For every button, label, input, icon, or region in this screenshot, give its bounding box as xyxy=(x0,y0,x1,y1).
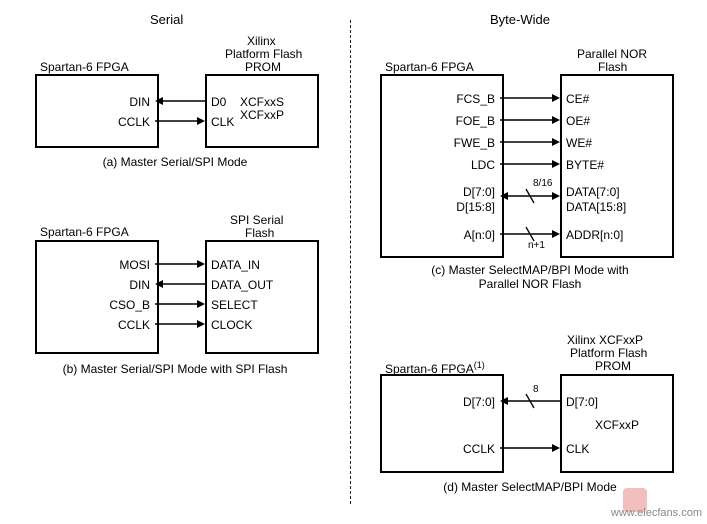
bytewide-header: Byte-Wide xyxy=(490,12,550,27)
d-caption: (d) Master SelectMAP/BPI Mode xyxy=(430,480,630,494)
d-fpin-d70: D[7:0] xyxy=(566,395,598,409)
d-fpga-box xyxy=(380,374,504,473)
a-caption: (a) Master Serial/SPI Mode xyxy=(65,155,285,169)
a-fpga-box xyxy=(35,74,159,148)
c-flash-title2: Flash xyxy=(598,60,627,74)
c-fpin-we: WE# xyxy=(566,136,592,150)
d-pin-cclk: CCLK xyxy=(430,442,495,456)
b-arrow-cclk xyxy=(155,323,205,325)
b-fpga-title: Spartan-6 FPGA xyxy=(40,225,129,239)
b-arrow-csob xyxy=(155,303,205,305)
c-fpin-data158: DATA[15:8] xyxy=(566,200,626,214)
b-fpin-clock: CLOCK xyxy=(211,318,252,332)
b-caption: (b) Master Serial/SPI Mode with SPI Flas… xyxy=(50,362,300,376)
c-fpin-oe: OE# xyxy=(566,114,590,128)
d-inner: XCFxxP xyxy=(595,418,639,432)
d-arrow-cclk xyxy=(500,447,560,449)
b-fpin-datain: DATA_IN xyxy=(211,258,260,272)
c-fpin-data70: DATA[7:0] xyxy=(566,185,620,199)
a-flash-title2: Platform Flash xyxy=(225,47,302,61)
d-bus: 8 xyxy=(533,384,539,395)
b-arrow-din xyxy=(155,283,205,285)
c-fpga-title: Spartan-6 FPGA xyxy=(385,60,474,74)
a-flash-title1: Xilinx xyxy=(247,34,276,48)
b-fpin-select: SELECT xyxy=(211,298,258,312)
c-bus1: 8/16 xyxy=(533,178,552,189)
d-fpin-clk: CLK xyxy=(566,442,589,456)
c-bus2: n+1 xyxy=(528,240,545,251)
c-pin-d158: D[15:8] xyxy=(430,200,495,214)
c-pin-fweb: FWE_B xyxy=(430,136,495,150)
c-pin-foeb: FOE_B xyxy=(430,114,495,128)
d-flash-title3: PROM xyxy=(595,359,631,373)
b-pin-din: DIN xyxy=(85,278,150,292)
c-arrow-foeb xyxy=(500,119,560,121)
c-flash-title1: Parallel NOR xyxy=(577,47,647,61)
c-arrow-fcsb xyxy=(500,97,560,99)
c-pin-ldc: LDC xyxy=(430,158,495,172)
c-arrow-data xyxy=(500,195,560,205)
d-flash-title2: Platform Flash xyxy=(570,346,647,360)
a-arrow-cclk xyxy=(155,120,205,122)
c-pin-an0: A[n:0] xyxy=(430,228,495,242)
a-fpin-clk: CLK xyxy=(211,115,234,129)
c-pin-fcsb: FCS_B xyxy=(430,92,495,106)
c-arrow-ldc xyxy=(500,163,560,165)
c-fpin-ce: CE# xyxy=(566,92,589,106)
a-pin-din: DIN xyxy=(85,95,150,109)
c-fpin-addrn0: ADDR[n:0] xyxy=(566,228,623,242)
b-fpin-dataout: DATA_OUT xyxy=(211,278,273,292)
a-fpga-title: Spartan-6 FPGA xyxy=(40,60,129,74)
a-arrow-din xyxy=(155,100,205,102)
a-inner2: XCFxxP xyxy=(240,108,284,122)
a-flash-title3: PROM xyxy=(245,60,281,74)
d-flash-title1: Xilinx XCFxxP xyxy=(567,333,643,347)
c-arrow-fweb xyxy=(500,141,560,143)
b-pin-cclk: CCLK xyxy=(85,318,150,332)
watermark-text: www.elecfans.com xyxy=(611,507,702,519)
b-flash-title2: Flash xyxy=(245,226,274,240)
a-inner1: XCFxxS xyxy=(240,95,284,109)
serial-header: Serial xyxy=(150,12,183,27)
divider xyxy=(350,20,351,504)
b-flash-title1: SPI Serial xyxy=(230,213,283,227)
d-pin-d70: D[7:0] xyxy=(430,395,495,409)
d-arrow-d70 xyxy=(500,400,560,410)
b-arrow-mosi xyxy=(155,263,205,265)
b-pin-mosi: MOSI xyxy=(85,258,150,272)
a-fpin-d0: D0 xyxy=(211,95,226,109)
c-fpin-byte: BYTE# xyxy=(566,158,604,172)
c-pin-d70: D[7:0] xyxy=(430,185,495,199)
d-fpga-note: (1) xyxy=(474,360,485,370)
a-pin-cclk: CCLK xyxy=(85,115,150,129)
b-pin-csob: CSO_B xyxy=(85,298,150,312)
c-caption: (c) Master SelectMAP/BPI Mode with Paral… xyxy=(420,263,640,291)
